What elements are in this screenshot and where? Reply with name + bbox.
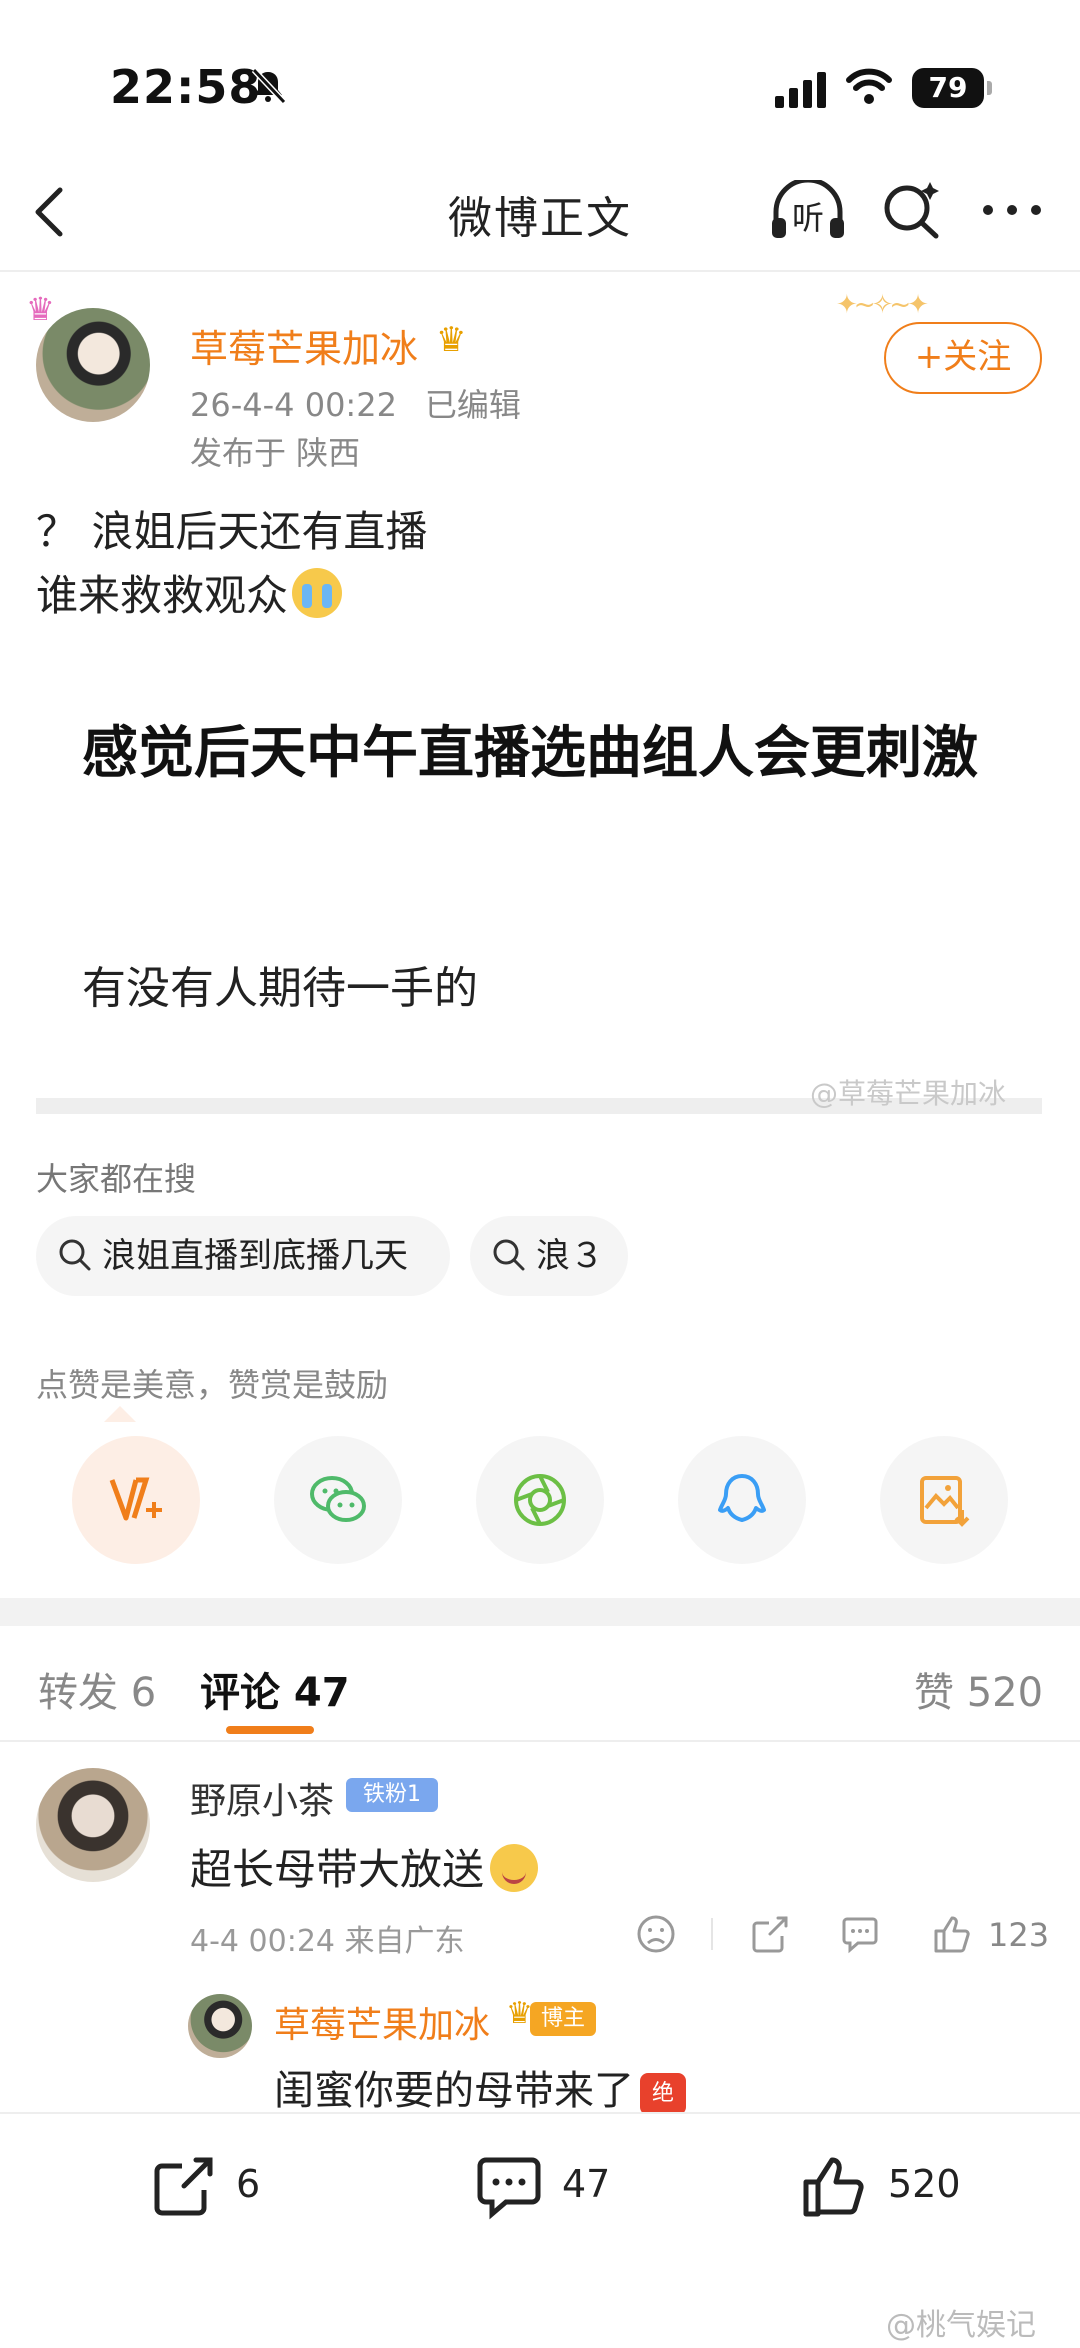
comment-count: 47	[562, 2162, 611, 2206]
hot-search-chip-label: 浪３	[536, 1236, 604, 1276]
wifi-icon	[846, 68, 892, 104]
listen-label: 听	[792, 199, 825, 237]
qq-icon	[718, 1474, 766, 1522]
hot-search-chip[interactable]: 浪姐直播到底播几天	[36, 1216, 450, 1296]
more-icon[interactable]	[980, 190, 1044, 230]
reply-author-name[interactable]: 草莓芒果加冰	[274, 1996, 490, 2048]
share-wechat-button[interactable]	[274, 1436, 402, 1564]
post-location: 发布于 陕西	[190, 434, 361, 472]
commenter-name[interactable]: 野原小茶	[190, 1772, 334, 1824]
comment-text: 超长母带大放送	[190, 1836, 539, 1897]
share-icon[interactable]	[748, 1912, 792, 1956]
reply-text-content: 闺蜜你要的母带来了	[274, 2068, 634, 2114]
weibo-post-screen: { "status_bar": {"time": "22:58", "batte…	[0, 0, 1080, 2348]
section-separator	[0, 1598, 1080, 1626]
hot-search-label: 大家都在搜	[36, 1160, 197, 1198]
tab-active-indicator	[226, 1726, 314, 1734]
save-image-button[interactable]	[880, 1436, 1008, 1564]
tabs-divider	[0, 1740, 1080, 1742]
search-icon	[59, 1239, 91, 1271]
repost-icon[interactable]	[148, 2152, 218, 2222]
share-qq-button[interactable]	[678, 1436, 806, 1564]
bell-muted-icon	[251, 67, 287, 105]
tab-repost[interactable]: 转发 6	[38, 1660, 156, 1718]
post-text-line-2-text: 谁来救救观众	[36, 571, 289, 620]
post-text-line-2: 谁来救救观众	[36, 562, 343, 623]
crying-emoji-icon	[292, 568, 343, 618]
repost-count: 6	[236, 2162, 261, 2206]
save-image-icon	[920, 1476, 970, 1527]
battery-indicator: 79	[912, 68, 992, 108]
bottom-watermark: @桃气娱记	[886, 2308, 1036, 2343]
tab-like[interactable]: 赞 520	[914, 1660, 1043, 1718]
search-icon[interactable]	[880, 178, 942, 240]
post-text-line-1: ？ 浪姐后天还有直播	[36, 507, 428, 556]
post-timestamp: 26-4-4 00:22	[190, 386, 397, 424]
post-meta: 26-4-4 00:22 已编辑	[190, 380, 521, 426]
reply-icon[interactable]	[838, 1912, 882, 1956]
comment-like-count: 123	[988, 1916, 1050, 1954]
wechat-icon	[310, 1476, 366, 1522]
post-image-title: 感觉后天中午直播选曲组人会更刺激	[82, 721, 978, 786]
header-divider	[0, 270, 1080, 272]
status-time: 22:58	[110, 60, 262, 114]
image-watermark: @草莓芒果加冰	[810, 1077, 1007, 1110]
smile-emoji-icon	[490, 1844, 539, 1892]
reward-pointer	[104, 1406, 136, 1422]
signal-icon	[775, 72, 826, 108]
post-image-subtitle: 有没有人期待一手的	[82, 963, 478, 1014]
hot-search-chip[interactable]: 浪３	[470, 1216, 628, 1296]
comment-icon[interactable]	[474, 2152, 544, 2222]
action-divider	[711, 1918, 713, 1950]
jue-emoji-icon: 绝	[640, 2073, 686, 2115]
follow-button[interactable]: +关注	[884, 322, 1042, 394]
share-moments-button[interactable]	[476, 1436, 604, 1564]
author-name[interactable]: 草莓芒果加冰	[190, 318, 418, 373]
tab-comment[interactable]: 评论 47	[200, 1660, 350, 1718]
reply-avatar[interactable]	[188, 1994, 252, 2058]
like-icon[interactable]	[930, 1912, 974, 1956]
vip-crown-icon: ♛	[506, 1996, 533, 2031]
reward-button[interactable]	[72, 1436, 200, 1564]
commenter-avatar[interactable]	[36, 1768, 150, 1882]
vip-crown-icon: ♛	[436, 320, 467, 360]
fan-badge: 铁粉1	[346, 1778, 438, 1812]
dislike-face-icon[interactable]	[634, 1912, 678, 1956]
like-icon[interactable]	[800, 2152, 870, 2222]
reward-v-icon	[109, 1477, 162, 1521]
avatar-decoration-icon: ♛	[26, 290, 55, 328]
author-badge: 博主	[530, 2002, 596, 2036]
moments-icon	[514, 1474, 566, 1526]
reply-text: 闺蜜你要的母带来了绝	[274, 2058, 686, 2116]
hot-search-chip-label: 浪姐直播到底播几天	[102, 1236, 408, 1276]
search-icon	[493, 1239, 525, 1271]
comment-text-content: 超长母带大放送	[190, 1845, 485, 1894]
comment-meta: 4-4 00:24 来自广东	[190, 1924, 465, 1959]
reward-label: 点赞是美意，赞赏是鼓励	[36, 1366, 389, 1404]
like-count: 520	[888, 2162, 961, 2206]
post-edited: 已编辑	[424, 386, 521, 424]
